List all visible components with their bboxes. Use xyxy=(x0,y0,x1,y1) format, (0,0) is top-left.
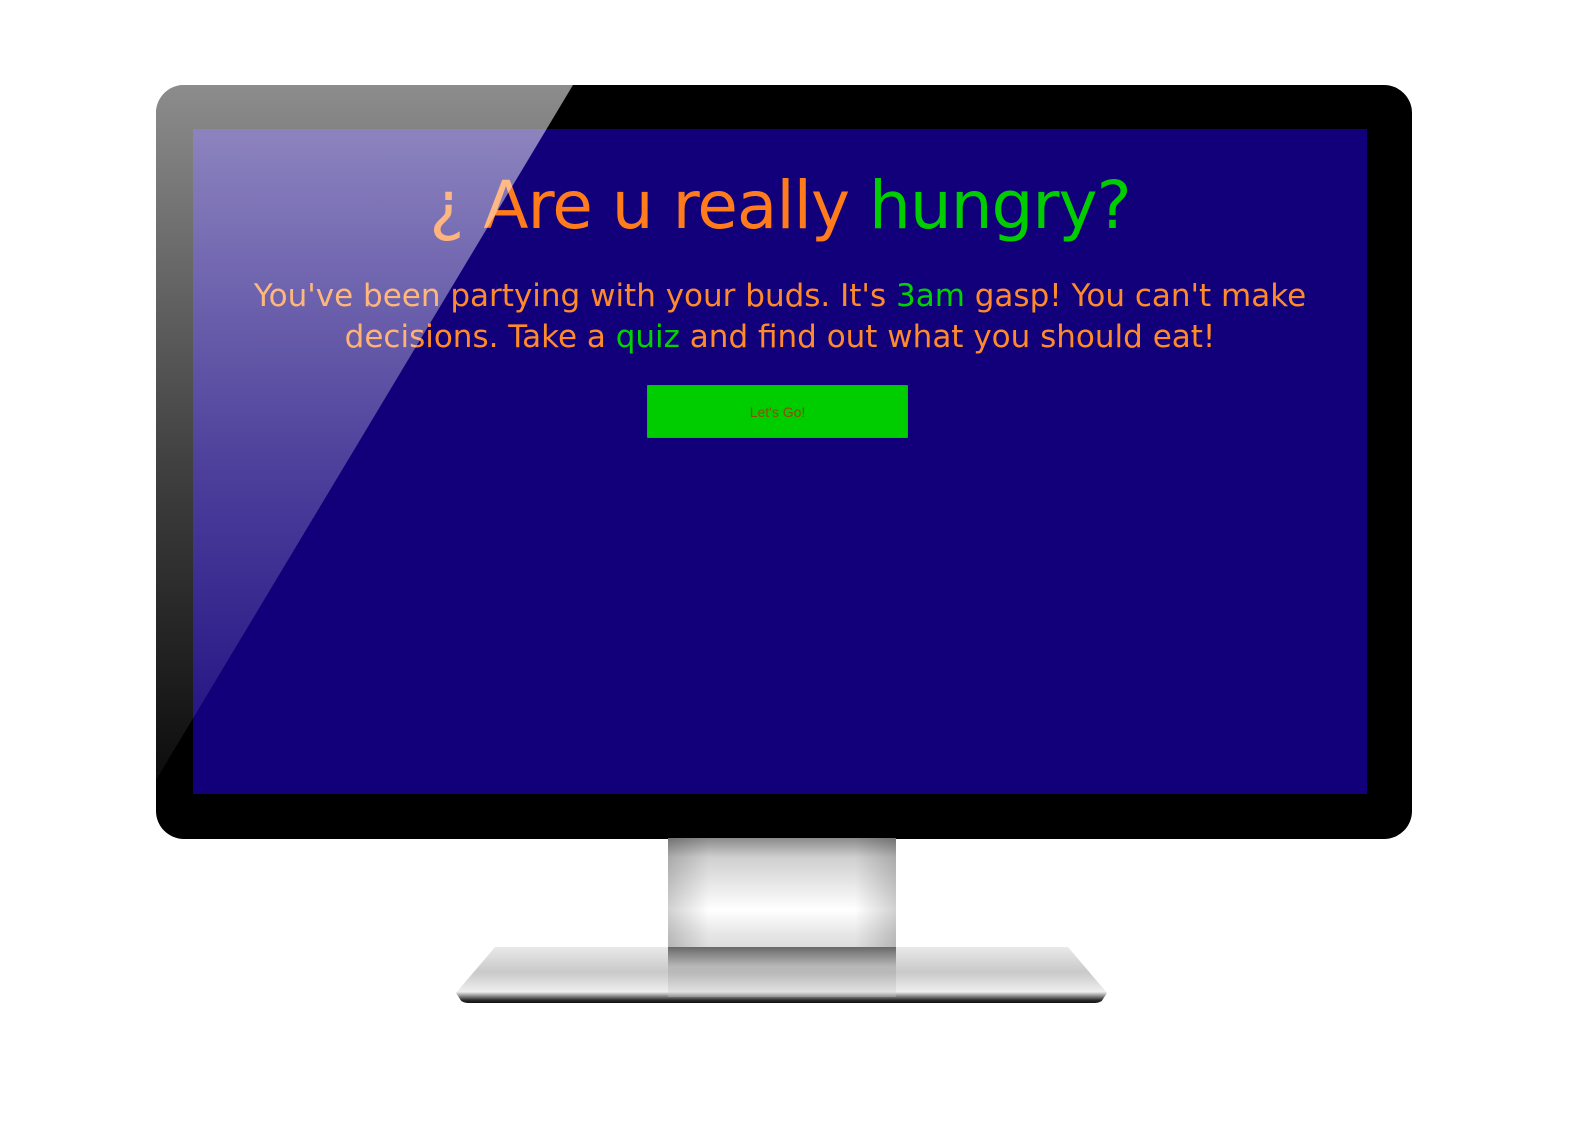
monitor-stand-shadow xyxy=(668,947,896,997)
headline-question: ¿ Are u really xyxy=(429,167,870,244)
page-title: ¿ Are u really hungry? xyxy=(193,167,1367,244)
headline-hungry: hungry? xyxy=(869,167,1132,244)
screen: ¿ Are u really hungry? You've been party… xyxy=(193,129,1367,794)
intro-highlight-3am: 3am xyxy=(895,278,965,314)
intro-segment: You've been partying with your buds. It'… xyxy=(253,278,896,314)
intro-text: You've been partying with your buds. It'… xyxy=(233,276,1327,358)
lets-go-button[interactable]: Let's Go! xyxy=(647,385,908,438)
monitor-bezel: ¿ Are u really hungry? You've been party… xyxy=(156,85,1412,839)
intro-segment: and find out what you should eat! xyxy=(679,319,1216,355)
intro-highlight-quiz: quiz xyxy=(615,319,680,355)
monitor-mockup: ¿ Are u really hungry? You've been party… xyxy=(0,0,1577,1144)
